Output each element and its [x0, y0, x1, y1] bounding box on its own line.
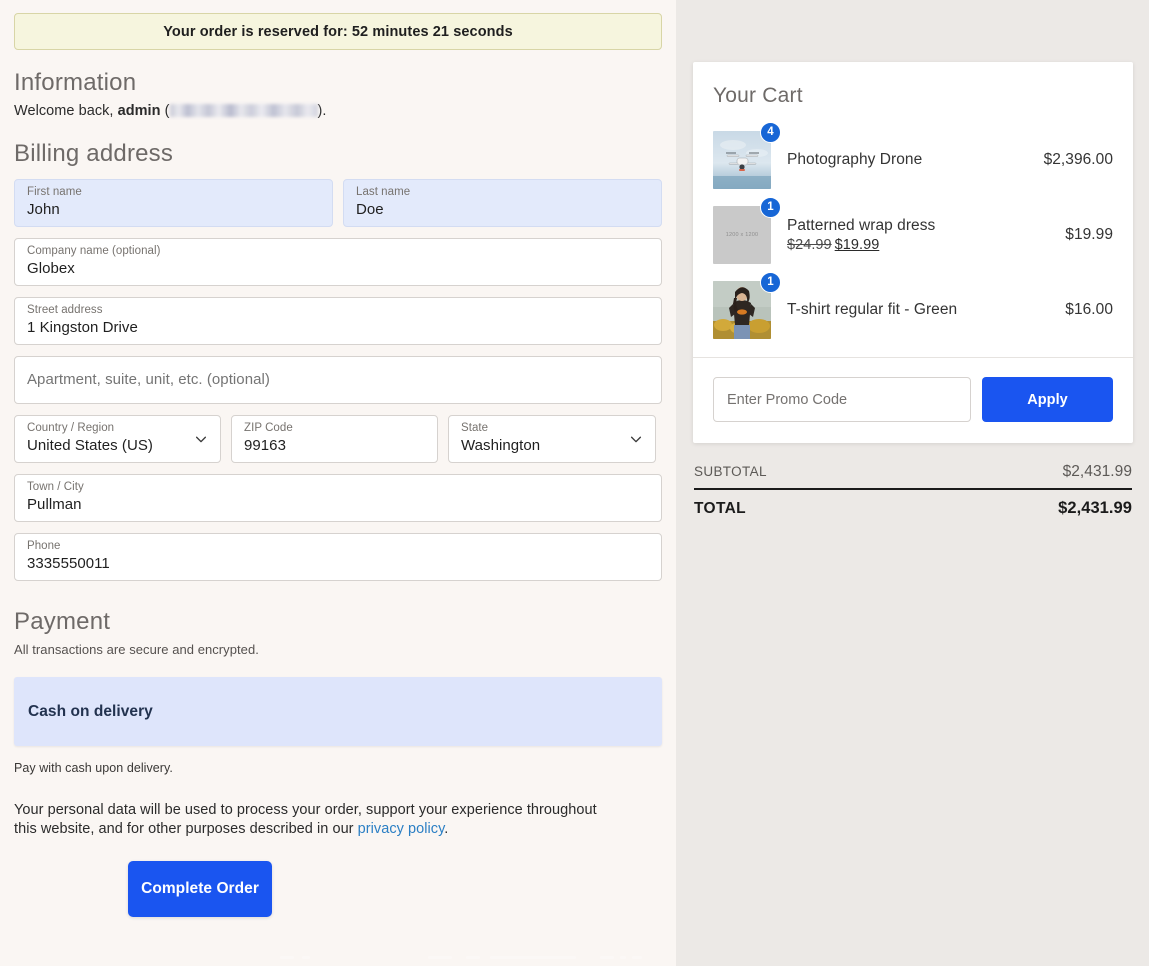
cart-item-quantity-badge: 1 — [760, 196, 781, 218]
last-name-input[interactable] — [356, 199, 649, 221]
cart-item-original-price: $24.99 — [787, 237, 832, 253]
first-name-field[interactable]: First name — [14, 179, 333, 227]
cart-item-quantity-badge: 1 — [760, 271, 781, 293]
street-field-row: Street address — [14, 297, 662, 345]
country-region-label: Country / Region — [27, 422, 115, 434]
subtotal-label: SUBTOTAL — [694, 464, 767, 479]
cart-item-info: Patterned wrap dress $24.99 $19.99 — [787, 216, 1065, 253]
town-city-label: Town / City — [27, 481, 84, 493]
state-label: State — [461, 422, 489, 434]
street-address-label: Street address — [27, 304, 103, 316]
company-name-input[interactable] — [27, 258, 649, 280]
first-name-label: First name — [27, 186, 82, 198]
zip-code-field[interactable]: ZIP Code — [231, 415, 438, 463]
state-select[interactable]: State Washington — [448, 415, 656, 463]
cart-item-quantity-badge: 4 — [760, 121, 781, 143]
placeholder-dimensions-text: 1200 x 1200 — [725, 231, 759, 238]
cart-item-price: $19.99 — [1065, 225, 1113, 243]
cart-item: 1 T-shirt regular fit - Green $16.00 — [713, 271, 1113, 347]
town-city-field[interactable]: Town / City — [14, 474, 662, 522]
total-value: $2,431.99 — [1058, 499, 1132, 517]
privacy-notice: Your personal data will be used to proce… — [14, 801, 614, 839]
phone-label: Phone — [27, 540, 61, 552]
state-value: Washington — [461, 437, 541, 454]
last-name-field[interactable]: Last name — [343, 179, 662, 227]
order-reservation-banner: Your order is reserved for: 52 minutes 2… — [14, 13, 662, 50]
cart-item-sale-prices: $24.99 $19.99 — [787, 237, 1065, 253]
cart-item-thumbnail-wrap: 4 — [713, 121, 781, 189]
payment-method-note: Pay with cash upon delivery. — [14, 761, 173, 775]
total-row: TOTAL $2,431.99 — [694, 499, 1132, 518]
phone-input[interactable] — [27, 553, 649, 575]
totals-divider — [694, 488, 1132, 490]
privacy-notice-text: Your personal data will be used to proce… — [14, 802, 597, 837]
welcome-open-paren: ( — [160, 103, 170, 119]
complete-order-button[interactable]: Complete Order — [128, 861, 272, 917]
welcome-username: admin — [117, 103, 161, 119]
cart-item: 4 Photography Drone $2,396.00 — [713, 121, 1113, 197]
phone-row: Phone — [14, 533, 662, 581]
payment-method-label: Cash on delivery — [28, 702, 153, 720]
cart-heading: Your Cart — [713, 84, 803, 107]
privacy-notice-period: . — [444, 821, 449, 837]
payment-method-cash-on-delivery[interactable]: Cash on delivery — [14, 677, 662, 746]
order-summary-column: Your Cart 4 Photography Drone $2,396.00 … — [676, 0, 1149, 966]
page-footer-ghost — [280, 942, 676, 966]
zip-code-input[interactable] — [244, 435, 425, 457]
cart-item-thumbnail-wrap: 1 — [713, 271, 781, 339]
cart-item-thumbnail-wrap: 1200 x 1200 1 — [713, 196, 781, 264]
chevron-down-icon — [630, 436, 642, 443]
redacted-email — [169, 104, 318, 117]
promo-code-row: Apply — [693, 357, 1133, 443]
cart-card: Your Cart 4 Photography Drone $2,396.00 … — [693, 62, 1133, 443]
cart-item-info: T-shirt regular fit - Green — [787, 300, 1065, 320]
cart-item-price: $16.00 — [1065, 300, 1113, 318]
subtotal-value: $2,431.99 — [1062, 463, 1132, 480]
apply-promo-button[interactable]: Apply — [982, 377, 1113, 422]
cart-item-info: Photography Drone — [787, 150, 1044, 170]
cart-item: 1200 x 1200 1 Patterned wrap dress $24.9… — [713, 196, 1113, 272]
town-city-row: Town / City — [14, 474, 662, 522]
country-region-value: United States (US) — [27, 437, 153, 454]
welcome-prefix: Welcome back, — [14, 103, 118, 119]
welcome-message: Welcome back, admin (). — [14, 103, 662, 119]
privacy-policy-link[interactable]: privacy policy — [358, 821, 445, 837]
total-label: TOTAL — [694, 500, 746, 517]
street-address-input[interactable] — [27, 317, 649, 339]
company-name-label: Company name (optional) — [27, 245, 161, 257]
country-zip-state-row: Country / Region United States (US) ZIP … — [14, 415, 662, 463]
complete-order-area: Complete Order — [14, 861, 662, 917]
cart-item-name: T-shirt regular fit - Green — [787, 300, 958, 318]
name-field-row: First name Last name — [14, 179, 662, 227]
apartment-field-row — [14, 356, 662, 404]
street-address-field[interactable]: Street address — [14, 297, 662, 345]
welcome-close-paren: ). — [317, 103, 327, 119]
zip-code-label: ZIP Code — [244, 422, 293, 434]
town-city-input[interactable] — [27, 494, 649, 516]
information-heading: Information — [14, 69, 137, 96]
subtotal-row: SUBTOTAL $2,431.99 — [694, 463, 1132, 487]
apartment-field[interactable] — [14, 356, 662, 404]
phone-field[interactable]: Phone — [14, 533, 662, 581]
promo-code-input[interactable] — [713, 377, 971, 422]
cart-item-price: $2,396.00 — [1043, 150, 1113, 168]
reservation-timer-text: Your order is reserved for: 52 minutes 2… — [163, 23, 513, 40]
cart-item-sale-price: $19.99 — [834, 237, 880, 253]
chevron-down-icon — [195, 436, 207, 443]
company-name-field[interactable]: Company name (optional) — [14, 238, 662, 286]
order-totals: SUBTOTAL $2,431.99 TOTAL $2,431.99 — [693, 463, 1133, 518]
country-region-select[interactable]: Country / Region United States (US) — [14, 415, 221, 463]
company-field-row: Company name (optional) — [14, 238, 662, 286]
checkout-form-column: Your order is reserved for: 52 minutes 2… — [0, 0, 676, 966]
cart-item-name: Patterned wrap dress — [787, 217, 936, 234]
payment-subtitle: All transactions are secure and encrypte… — [14, 642, 259, 657]
first-name-input[interactable] — [27, 199, 320, 221]
last-name-label: Last name — [356, 186, 411, 198]
apartment-input[interactable] — [27, 369, 649, 391]
billing-address-heading: Billing address — [14, 140, 174, 167]
payment-heading: Payment — [14, 608, 111, 635]
cart-item-name: Photography Drone — [787, 150, 923, 168]
